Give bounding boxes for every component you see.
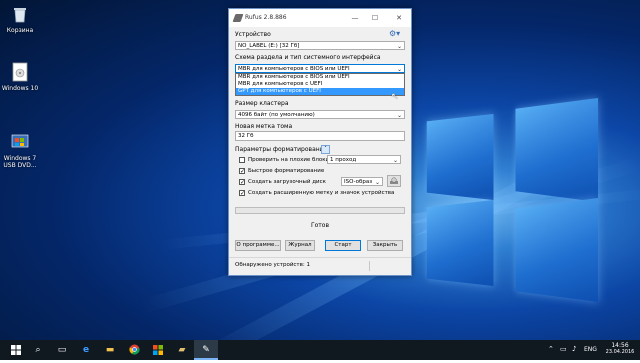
check-bad-blocks-checkbox[interactable]	[239, 157, 245, 163]
desktop-icon-label: Windows 10	[1, 85, 39, 92]
minimize-button[interactable]: —	[347, 12, 363, 24]
start-menu-button[interactable]	[4, 340, 28, 360]
select-image-button[interactable]	[387, 175, 401, 187]
title-bar[interactable]: Rufus 2.8.886 — ☐ ✕	[229, 9, 411, 27]
search-icon[interactable]: ⌕	[26, 340, 50, 360]
passes-select[interactable]: 1 проход ⌄	[327, 155, 401, 164]
progress-bar	[235, 207, 405, 214]
window-title: Rufus 2.8.886	[245, 14, 287, 21]
desktop-icon-label: Windows 7 USB DVD...	[3, 155, 37, 169]
mouse-cursor-icon: ↖	[391, 92, 399, 102]
edge-browser-icon[interactable]: e	[74, 340, 98, 360]
desktop-background: Корзина Windows 10 Windows 7 USB DVD... …	[0, 0, 640, 360]
clock[interactable]: 14:56 23.04.2016	[604, 342, 636, 355]
usb-dvd-tool-icon	[10, 125, 30, 148]
about-button[interactable]: О программе...	[235, 240, 281, 251]
cluster-size-value: 4096 байт (по умолчанию)	[238, 112, 315, 118]
device-select-value: NO_LABEL (E:) [32 Гб]	[238, 43, 300, 49]
quick-format-label: Быстрое форматирование	[248, 168, 325, 174]
clock-time: 14:56	[611, 342, 629, 349]
quick-format-checkbox[interactable]: ✓	[239, 168, 245, 175]
log-button[interactable]: Журнал	[285, 240, 315, 251]
system-tray-arrow-icon[interactable]: ⌃	[548, 345, 554, 353]
device-settings-icon[interactable]: ⚙▾	[389, 29, 400, 38]
maximize-button[interactable]: ☐	[367, 12, 383, 24]
store-icon[interactable]	[146, 340, 170, 360]
passes-value: 1 проход	[330, 157, 357, 163]
disc-drive-icon	[390, 177, 398, 184]
file-explorer-icon[interactable]: ▬	[98, 340, 122, 360]
chrome-logo-icon	[128, 344, 140, 355]
extended-label-checkbox[interactable]: ✓	[239, 190, 245, 197]
cluster-size-label: Размер кластера	[235, 100, 289, 107]
chevron-down-icon: ⌄	[374, 179, 380, 186]
recycle-bin-icon	[10, 4, 30, 24]
chevron-down-icon: ⌄	[392, 157, 398, 164]
partition-scheme-select[interactable]: MBR для компьютеров с BIOS или UEFI ⌄	[235, 64, 405, 73]
close-window-button[interactable]: ✕	[391, 12, 407, 24]
extended-label-label: Создать расширенную метку и значок устро…	[248, 190, 395, 196]
format-options-label: Параметры форматирования	[235, 146, 328, 153]
disc-image-icon	[10, 62, 30, 82]
image-type-select[interactable]: ISO-образ ⌄	[341, 177, 383, 186]
close-button[interactable]: Закрыть	[367, 240, 403, 251]
chevron-down-icon: ⌄	[396, 112, 402, 119]
volume-icon[interactable]: ♪	[572, 345, 576, 353]
status-bar-text: Обнаружено устройств: 1	[235, 262, 310, 268]
expand-options-icon[interactable]: ˅	[321, 145, 330, 154]
language-indicator[interactable]: ENG	[584, 346, 597, 353]
dropdown-option[interactable]: MBR для компьютеров с BIOS или UEFI	[236, 74, 404, 81]
start-button[interactable]: Старт	[325, 240, 361, 251]
device-select[interactable]: NO_LABEL (E:) [32 Гб] ⌄	[235, 41, 405, 50]
dropdown-option[interactable]: MBR для компьютеров с UEFI	[236, 81, 404, 88]
cluster-size-select[interactable]: 4096 байт (по умолчанию) ⌄	[235, 110, 405, 119]
desktop-icon-windows7-usb[interactable]: Windows 7 USB DVD...	[0, 118, 40, 176]
desktop-icon-label: Корзина	[6, 27, 34, 34]
network-icon[interactable]: ▭	[560, 345, 567, 353]
create-bootable-label: Создать загрузочный диск	[248, 179, 326, 185]
clock-date: 23.04.2016	[605, 349, 635, 355]
image-type-value: ISO-образ	[344, 179, 373, 185]
usb-drive-icon	[232, 14, 244, 22]
desktop-icon-recycle-bin[interactable]: Корзина	[0, 4, 40, 34]
create-bootable-checkbox[interactable]: ✓	[239, 179, 245, 186]
partition-scheme-label: Схема раздела и тип системного интерфейс…	[235, 54, 381, 61]
volume-label-input[interactable]: 32 Гб	[235, 131, 405, 141]
dropdown-option-selected[interactable]: GPT для компьютеров с UEFI	[236, 88, 404, 95]
rufus-taskbar-button[interactable]: ✎	[194, 340, 218, 360]
check-bad-blocks-label: Проверить на плохие блоки	[248, 157, 330, 163]
partition-scheme-value: MBR для компьютеров с BIOS или UEFI	[238, 66, 350, 72]
status-text: Готов	[310, 222, 330, 229]
chrome-icon[interactable]	[122, 340, 146, 360]
status-bar-divider	[229, 257, 411, 258]
status-bar-separator	[369, 261, 370, 271]
partition-scheme-dropdown: MBR для компьютеров с BIOS или UEFI MBR …	[235, 73, 405, 96]
task-view-icon[interactable]: ▭	[50, 340, 74, 360]
volume-label-label: Новая метка тома	[235, 123, 293, 130]
taskbar: ⌕ ▭ e ▬ ▰ ✎ ⌃ ▭ ♪ ENG 14:56 23.04.2016	[0, 340, 640, 360]
device-label: Устройство	[235, 31, 271, 38]
rufus-window: Rufus 2.8.886 — ☐ ✕ Устройство ⚙▾ NO_LAB…	[228, 8, 412, 276]
store-logo-icon	[153, 345, 163, 355]
desktop-icon-windows10[interactable]: Windows 10	[0, 62, 40, 92]
chevron-down-icon: ⌄	[396, 43, 402, 50]
folder-icon[interactable]: ▰	[170, 340, 194, 360]
windows-logo-icon	[11, 345, 21, 355]
